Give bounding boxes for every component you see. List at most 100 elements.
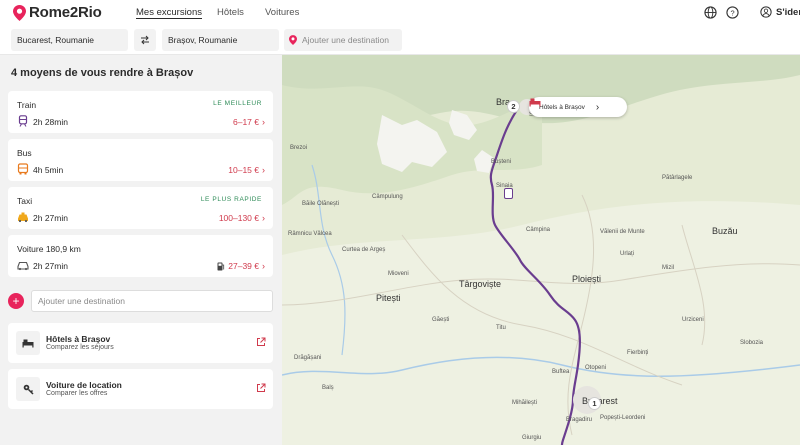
option-card-car[interactable]: Voiture 180,9 km 2h 27min 27–39 € › — [8, 235, 273, 277]
option-badge: LE MEILLEUR — [213, 100, 262, 107]
signin-button[interactable]: S'identi — [760, 6, 800, 18]
external-link-icon[interactable] — [256, 383, 266, 393]
map-label: Pătârlagele — [662, 175, 693, 181]
map-marker-destination[interactable]: 2 — [507, 100, 520, 113]
promo-subtitle: Comparez les séjours — [46, 344, 114, 351]
map-label: Drăgășani — [294, 355, 322, 361]
map-label: Giurgiu — [522, 435, 542, 441]
map-label: Mioveni — [388, 271, 409, 277]
map-label: Urlați — [620, 251, 635, 257]
option-mode: Voiture 180,9 km — [17, 244, 81, 254]
option-card-bus[interactable]: Bus 4h 5min 10–15 € › — [8, 139, 273, 181]
help-icon[interactable]: ? — [726, 6, 739, 19]
destination-input[interactable]: Brașov, Roumanie — [162, 29, 279, 51]
train-station-icon[interactable] — [504, 188, 513, 199]
promo-subtitle: Comparer les offres — [46, 390, 108, 397]
chevron-right-icon: › — [262, 261, 265, 271]
svg-text:?: ? — [730, 8, 734, 17]
map-label: Urziceni — [682, 317, 704, 323]
add-destination-row: + Ajouter une destination — [8, 290, 273, 312]
map-label: Pitești — [376, 293, 401, 303]
signin-label: S'identi — [776, 6, 800, 18]
car-icon — [17, 261, 29, 271]
key-icon — [23, 384, 34, 395]
chevron-right-icon: › — [595, 101, 600, 113]
add-destination-field[interactable]: Ajouter une destination — [31, 290, 273, 312]
map-label: Mizil — [662, 265, 674, 271]
map-label: Buzău — [712, 226, 738, 236]
chevron-right-icon: › — [262, 165, 265, 175]
map-label: Târgoviște — [459, 279, 502, 289]
option-card-taxi[interactable]: Taxi LE PLUS RAPIDE 2h 27min 100–130 € › — [8, 187, 273, 229]
option-price-value: 10–15 € — [228, 165, 259, 175]
route-map[interactable]: Bra Săcele Bușteni Sinaia Câmpina Văleni… — [282, 55, 800, 445]
bus-icon — [17, 163, 29, 175]
map-label: Bușteni — [491, 159, 512, 165]
bed-icon — [529, 98, 541, 107]
results-title: 4 moyens de vous rendre à Brașov — [11, 67, 194, 79]
nav-hotels[interactable]: Hôtels — [217, 7, 244, 18]
logo[interactable]: Rome2Rio — [13, 4, 102, 21]
option-price: 100–130 € › — [219, 213, 265, 223]
map-label: Mihăilești — [512, 400, 538, 406]
map-label: Vălenii de Munte — [600, 229, 645, 235]
pin-icon — [289, 35, 297, 45]
nav-my-trips[interactable]: Mes excursions — [136, 7, 202, 18]
map-label: Otopeni — [585, 365, 607, 371]
promo-icon-box — [16, 331, 40, 355]
option-price-value: 6–17 € — [233, 117, 259, 127]
option-mode: Train — [17, 100, 37, 110]
option-mode: Bus — [17, 148, 32, 158]
promo-car-rental[interactable]: Voiture de location Comparer les offres — [8, 369, 273, 409]
map-label: Balș — [322, 385, 334, 391]
map-label: Buftea — [552, 369, 570, 375]
map-label: Găești — [432, 317, 450, 323]
chevron-right-icon: › — [262, 213, 265, 223]
taxi-icon — [18, 212, 28, 223]
promo-title: Voiture de location — [46, 380, 122, 390]
map-label: Slobozia — [740, 340, 764, 346]
promo-hotels[interactable]: Hôtels à Brașov Comparez les séjours — [8, 323, 273, 363]
add-destination-placeholder: Ajouter une destination — [302, 35, 389, 45]
option-price: 27–39 € › — [217, 261, 265, 271]
swap-icon — [141, 35, 149, 45]
option-duration: 4h 5min — [33, 165, 64, 175]
swap-button[interactable] — [134, 29, 156, 51]
promo-title: Hôtels à Brașov — [46, 334, 111, 344]
map-label: Râmnicu Vâlcea — [288, 231, 332, 237]
top-header: Rome2Rio Mes excursions Hôtels Voitures … — [0, 0, 800, 26]
map-hotels-label: Hôtels à Brașov — [539, 103, 585, 111]
map-label: Brezoi — [290, 145, 308, 151]
option-duration: 2h 28min — [33, 117, 68, 127]
train-icon — [18, 115, 28, 127]
logo-text: Rome2Rio — [29, 4, 102, 21]
map-label: Băile Olănești — [302, 201, 340, 207]
map-hotels-pill[interactable]: Hôtels à Brașov › — [529, 97, 627, 117]
map-label: Ploiești — [572, 274, 602, 284]
nav-cars[interactable]: Voitures — [265, 7, 299, 18]
option-mode: Taxi — [17, 196, 33, 206]
add-destination-input[interactable]: Ajouter une destination — [284, 29, 402, 51]
map-label: Fierbinți — [627, 350, 649, 356]
external-link-icon[interactable] — [256, 337, 266, 347]
option-price-value: 100–130 € — [218, 213, 259, 223]
map-label: Câmpulung — [372, 194, 403, 200]
results-panel: 4 moyens de vous rendre à Brașov Train L… — [0, 55, 282, 445]
map-label: Curtea de Argeș — [342, 247, 386, 253]
fuel-icon — [217, 262, 225, 270]
user-icon — [760, 6, 772, 18]
plus-icon[interactable]: + — [8, 293, 24, 309]
search-bar: Bucarest, Roumanie Brașov, Roumanie Ajou… — [0, 26, 800, 55]
option-card-train[interactable]: Train LE MEILLEUR 2h 28min 6–17 € › — [8, 91, 273, 133]
origin-input[interactable]: Bucarest, Roumanie — [11, 29, 128, 51]
option-price: 6–17 € › — [233, 117, 265, 127]
globe-icon[interactable] — [704, 6, 717, 19]
option-price-value: 27–39 € — [228, 261, 259, 271]
map-label: Titu — [496, 325, 506, 331]
option-badge: LE PLUS RAPIDE — [200, 196, 262, 203]
option-duration: 2h 27min — [33, 261, 68, 271]
map-marker-origin[interactable]: 1 — [588, 397, 601, 410]
option-duration: 2h 27min — [33, 213, 68, 223]
map-label: Câmpina — [526, 227, 551, 233]
bed-icon — [22, 339, 34, 348]
